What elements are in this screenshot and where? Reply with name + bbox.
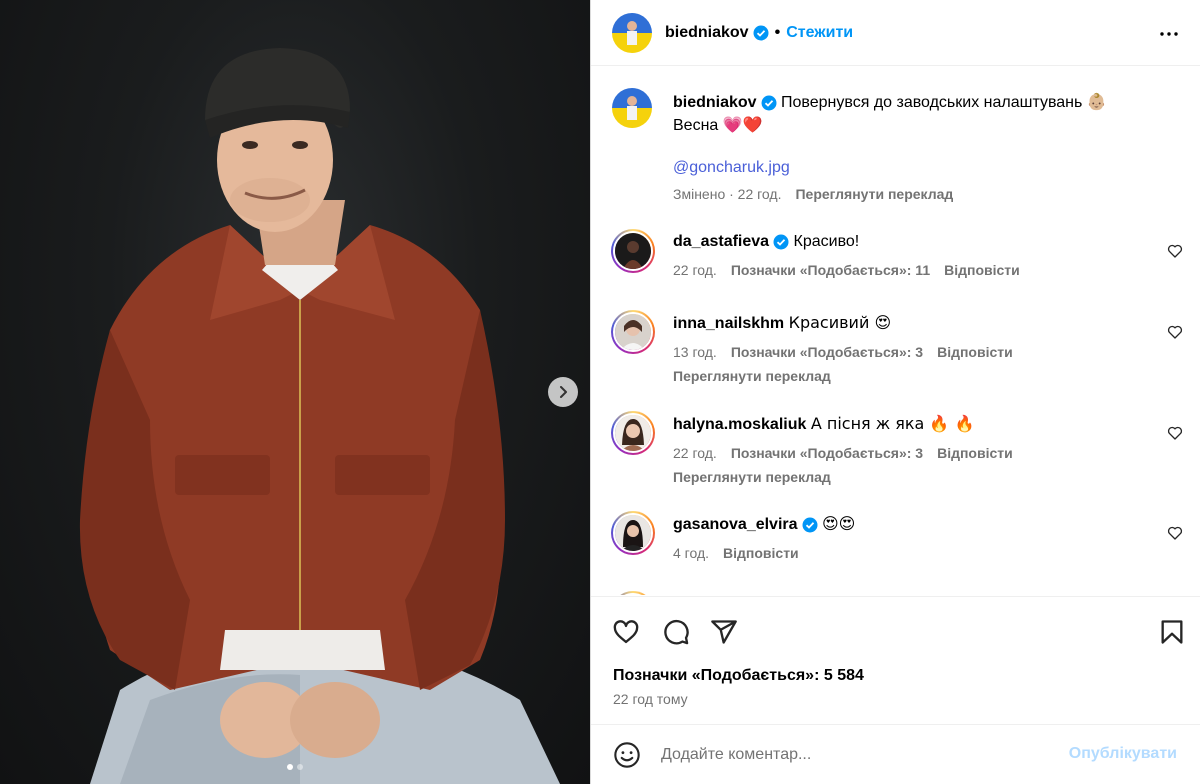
follow-button[interactable]: Стежити: [786, 24, 853, 42]
comment-text: А пісня ж яка 🔥 🔥: [810, 414, 975, 433]
comment-likes[interactable]: Позначки «Подобається»: 3: [731, 343, 923, 361]
carousel-dots: [0, 764, 590, 770]
carousel-dot: [297, 764, 303, 770]
author-avatar[interactable]: [611, 12, 653, 54]
publish-button[interactable]: Опублікувати: [1069, 745, 1177, 763]
translate-link[interactable]: Переглянути переклад: [795, 185, 953, 203]
send-icon: [711, 620, 737, 644]
more-options-button[interactable]: [1157, 22, 1181, 46]
post-time[interactable]: 22 год тому: [613, 691, 688, 707]
comment-username[interactable]: da_astafieva: [673, 233, 769, 250]
post-sidebar: biedniakov • Стежити biedniakov Повернув…: [590, 0, 1200, 784]
verified-badge-icon: [802, 517, 818, 533]
comment-time: 4 год.: [673, 545, 710, 561]
post-actions: Позначки «Подобається»: 5 584 22 год том…: [591, 596, 1200, 726]
like-button[interactable]: [611, 617, 641, 647]
post-photo: [79, 48, 560, 784]
comment-input[interactable]: [661, 743, 1061, 767]
like-comment-heart-icon[interactable]: [1167, 243, 1183, 259]
caption-text-line1: Повернувся до заводських налаштувань: [781, 94, 1083, 111]
translate-link[interactable]: Переглянути переклад: [673, 365, 1163, 387]
commenter-avatar[interactable]: [611, 310, 655, 354]
reply-button[interactable]: Відповісти: [944, 261, 1020, 279]
comment-button[interactable]: [661, 617, 691, 647]
comment-text: Красиво!: [793, 233, 860, 250]
commenter-avatar[interactable]: [611, 411, 655, 455]
bookmark-icon: [1161, 620, 1183, 644]
author-username[interactable]: biedniakov: [665, 24, 749, 42]
comment-text: 😍😍: [821, 514, 856, 533]
likes-count[interactable]: Позначки «Подобається»: 5 584: [613, 667, 864, 685]
comment-username[interactable]: halyna.moskaliuk: [673, 416, 806, 433]
heart-icon: [613, 620, 639, 644]
share-button[interactable]: [709, 617, 739, 647]
emoji-smiley-icon[interactable]: [613, 741, 641, 769]
caption-emoji-1: 👶🏼: [1086, 92, 1107, 111]
caption-username[interactable]: biedniakov: [673, 94, 757, 111]
verified-badge-icon: [761, 95, 777, 111]
translate-link[interactable]: Переглянути переклад: [673, 466, 1163, 488]
commenter-avatar[interactable]: [611, 511, 655, 555]
verified-badge-icon: [753, 25, 769, 41]
reply-button[interactable]: Відповісти: [723, 544, 799, 562]
caption-edited-time: Змінено · 22 год.: [673, 186, 782, 202]
comment-username[interactable]: gasanova_elvira: [673, 516, 798, 533]
comment-username[interactable]: inna_nailskhm: [673, 315, 784, 332]
reply-button[interactable]: Відповісти: [937, 343, 1013, 361]
commenter-avatar[interactable]: [611, 591, 655, 595]
verified-badge-icon: [773, 234, 789, 250]
next-slide-button[interactable]: [548, 377, 578, 407]
like-comment-heart-icon[interactable]: [1167, 324, 1183, 340]
caption-text-line2: Весна: [673, 117, 719, 134]
like-comment-heart-icon[interactable]: [1167, 425, 1183, 441]
chevron-right-icon: [560, 386, 567, 398]
comment-composer: Опублікувати: [591, 724, 1200, 784]
separator-dot: •: [774, 23, 781, 41]
comment-time: 22 год.: [673, 262, 717, 278]
comment-text: Красивий 😍: [788, 313, 892, 332]
save-button[interactable]: [1157, 617, 1187, 647]
comment-time: 13 год.: [673, 344, 717, 360]
comment-time: 22 год.: [673, 445, 717, 461]
comments-section[interactable]: biedniakov Повернувся до заводських нала…: [591, 67, 1200, 595]
like-comment-heart-icon[interactable]: [1167, 525, 1183, 541]
ukraine-flag-avatar-icon: [612, 12, 652, 53]
comment-likes[interactable]: Позначки «Подобається»: 3: [731, 444, 923, 462]
commenter-avatar[interactable]: [611, 229, 655, 273]
mention-link[interactable]: @goncharuk.jpg: [673, 157, 1163, 179]
carousel-dot: [287, 764, 293, 770]
comment-likes[interactable]: Позначки «Подобається»: 11: [731, 261, 930, 279]
more-horizontal-icon: [1160, 32, 1178, 36]
post-media[interactable]: [0, 0, 590, 784]
comment-bubble-icon: [664, 619, 689, 645]
ukraine-flag-avatar-icon: [612, 88, 652, 128]
caption-author-avatar[interactable]: [611, 87, 653, 129]
reply-button[interactable]: Відповісти: [937, 444, 1013, 462]
caption-emoji-2: 💗❤️: [722, 115, 763, 134]
post-header: biedniakov • Стежити: [591, 0, 1200, 66]
